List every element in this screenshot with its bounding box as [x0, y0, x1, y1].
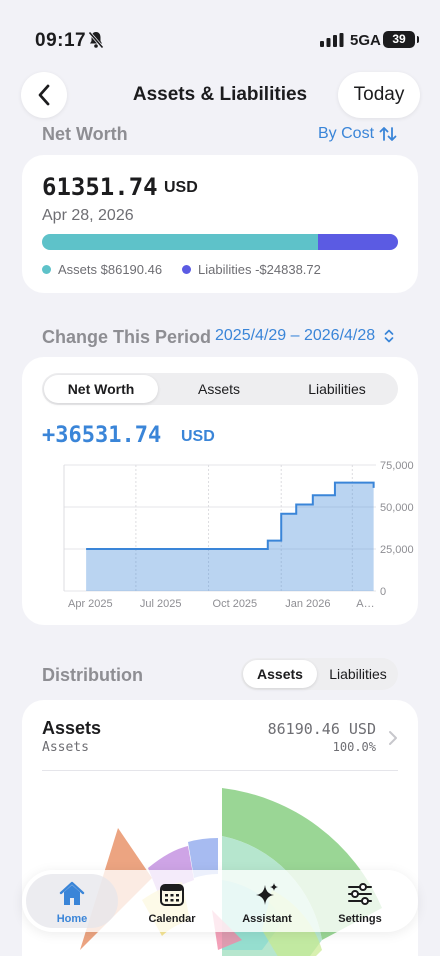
series-area — [86, 482, 374, 591]
sparkles-icon — [256, 883, 278, 905]
period-range-label: 2025/4/29 – 2026/4/28 — [215, 327, 376, 344]
tab-dist-liabilities[interactable]: Liabilities — [320, 660, 396, 688]
distribution-header: Distribution — [42, 665, 143, 685]
period-range-picker[interactable]: 2025/4/29 – 2026/4/28 — [215, 327, 395, 345]
change-value: +36531.74 — [42, 423, 162, 448]
net-worth-card: 61351.74 USD Apr 28, 2026 Assets $86190.… — [22, 155, 418, 293]
tab-settings[interactable]: Settings — [314, 874, 406, 928]
tab-calendar[interactable]: Calendar — [126, 874, 218, 928]
house-icon — [59, 881, 85, 905]
change-segmented-control: Net Worth Assets Liabilities — [42, 373, 398, 405]
assets-legend-label: Assets $86190.46 — [58, 262, 163, 277]
assets-legend: Assets $86190.46 — [42, 262, 162, 277]
assets-liabilities-bar — [42, 234, 398, 250]
tab-assistant[interactable]: Assistant — [221, 874, 313, 928]
today-button[interactable]: Today — [338, 72, 420, 118]
sliders-icon — [348, 883, 372, 905]
change-period-header: Change This Period — [42, 327, 212, 347]
chevron-right-icon — [389, 731, 397, 745]
assets-row-percent: 100.0% — [332, 740, 376, 754]
net-worth-date: Apr 28, 2026 — [42, 207, 134, 224]
change-currency: USD — [181, 428, 215, 445]
tab-assistant-label: Assistant — [242, 913, 292, 925]
sort-arrows-icon — [379, 127, 397, 141]
x-tick-label: Jul 2025 — [140, 598, 182, 610]
liabilities-legend: Liabilities -$24838.72 — [182, 262, 321, 277]
tab-assets[interactable]: Assets — [162, 375, 276, 403]
bell-slash-icon — [88, 31, 104, 49]
assets-dot — [42, 265, 51, 274]
sort-by-cost-button[interactable]: By Cost — [318, 125, 397, 143]
tab-home-label: Home — [56, 913, 88, 925]
tab-dist-assets[interactable]: Assets — [243, 660, 317, 688]
x-tick-label: Oct 2025 — [213, 598, 258, 610]
assets-row-subtitle: Assets — [42, 740, 89, 755]
tab-settings-label: Settings — [338, 913, 382, 925]
y-tick-label: 0 — [380, 586, 386, 598]
status-bar: 09:17 5GA 39 — [0, 0, 440, 64]
tab-net-worth[interactable]: Net Worth — [44, 375, 158, 403]
assets-bar-segment — [42, 234, 319, 250]
net-worth-chart[interactable]: 75,000 50,000 25,000 0 Apr 2025 Jul 2025 Oct 2… — [22, 457, 418, 617]
tab-home[interactable]: Home — [26, 874, 118, 928]
net-worth-header: Net Worth — [42, 124, 128, 144]
assets-row-value: 86190.46 USD — [267, 720, 376, 738]
network-label: 5GA — [350, 32, 381, 49]
sort-label: By Cost — [318, 125, 375, 142]
tab-bar: Home Calendar Assistant Settings — [22, 870, 418, 932]
y-tick-label: 25,000 — [380, 544, 414, 556]
tab-liabilities[interactable]: Liabilities — [280, 375, 394, 403]
liabilities-legend-label: Liabilities -$24838.72 — [198, 262, 321, 277]
calendar-icon — [160, 884, 184, 906]
liabilities-bar-segment — [318, 234, 398, 250]
net-worth-currency: USD — [164, 179, 198, 196]
signal-icon — [320, 33, 344, 47]
tab-calendar-label: Calendar — [148, 913, 196, 925]
battery-icon: 39 — [383, 31, 419, 48]
liabilities-dot — [182, 265, 191, 274]
status-time: 09:17 — [35, 30, 87, 51]
x-tick-label: A… — [356, 598, 374, 610]
change-card: Net Worth Assets Liabilities +36531.74 U… — [22, 357, 418, 625]
x-tick-label: Apr 2025 — [68, 598, 113, 610]
distribution-segmented-control: Assets Liabilities — [241, 658, 398, 690]
y-tick-label: 50,000 — [380, 502, 414, 514]
net-worth-value: 61351.74 — [42, 173, 158, 201]
y-tick-label: 75,000 — [380, 460, 414, 472]
assets-row-title: Assets — [42, 718, 102, 738]
chevron-up-down-icon — [384, 329, 394, 343]
x-tick-label: Jan 2026 — [285, 598, 330, 610]
